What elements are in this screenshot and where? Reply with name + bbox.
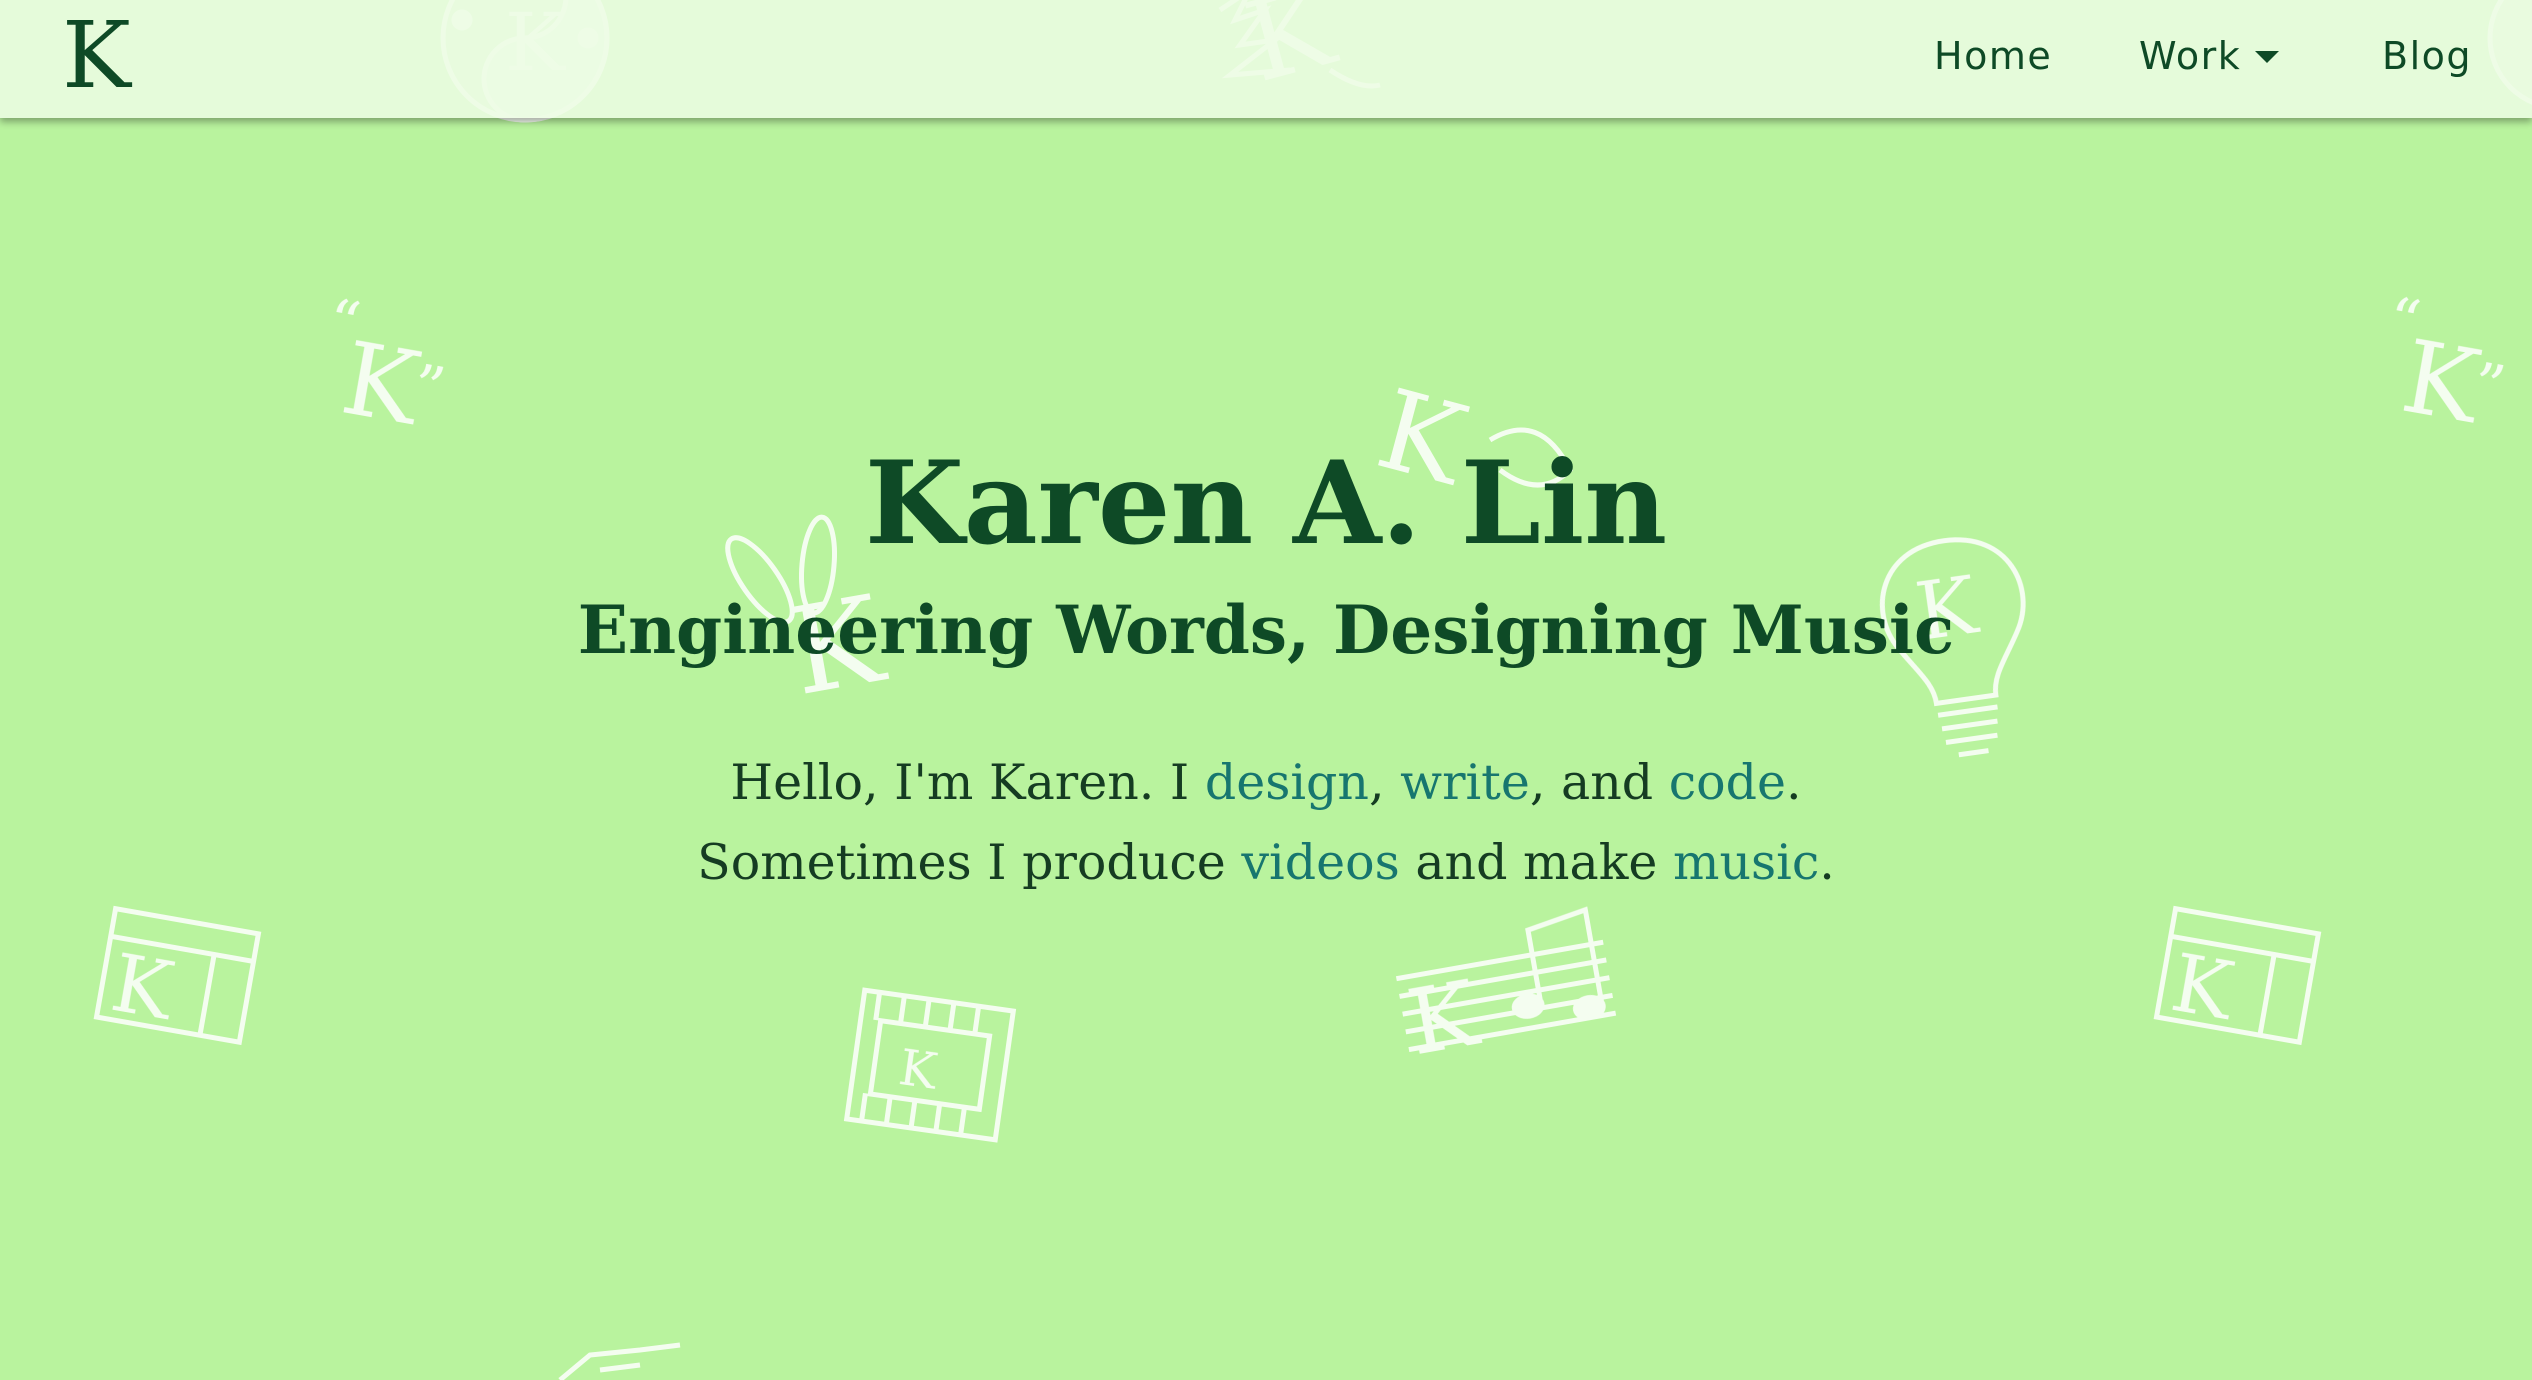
nav-home-link[interactable]: Home: [1934, 30, 2052, 82]
intro-text: , and: [1529, 754, 1669, 811]
quote-k-icon-right: “ K ”: [2383, 284, 2510, 446]
main-nav: Home Work Blog: [0, 0, 2532, 118]
write-link[interactable]: write: [1400, 754, 1530, 811]
browser-window-k-icon: K: [93, 905, 262, 1046]
design-link[interactable]: design: [1205, 754, 1369, 811]
intro-line-1: Hello, I'm Karen. I design, write, and c…: [0, 752, 2532, 814]
intro-text: Sometimes I produce: [697, 834, 1242, 891]
intro-text: and make: [1399, 834, 1673, 891]
film-strip-k-icon: K: [843, 987, 1017, 1143]
intro-text: Hello, I'm Karen. I: [730, 754, 1205, 811]
quote-k-icon: “ K ”: [323, 286, 450, 448]
nav-work-dropdown[interactable]: Work: [2139, 30, 2280, 82]
svg-text:K: K: [105, 936, 181, 1038]
intro-text: .: [1786, 754, 1802, 811]
music-link[interactable]: music: [1673, 834, 1819, 891]
svg-text:K: K: [1400, 961, 1486, 1076]
videos-link[interactable]: videos: [1241, 834, 1399, 891]
nav-work-label: Work: [2139, 34, 2242, 78]
intro-text: ,: [1368, 754, 1401, 811]
svg-text:K: K: [895, 1038, 942, 1101]
site-header: K Home Work Blog: [0, 0, 2532, 118]
background-watermark-layer: K K “ K ” “ K ” K K: [93, 0, 2532, 1380]
hero-subtitle: Engineering Words, Designing Music: [577, 591, 1955, 669]
code-link[interactable]: code: [1669, 754, 1786, 811]
partial-bottom-icon: [558, 1342, 681, 1380]
music-notes-k-icon: K: [1395, 906, 1617, 1076]
caret-down-icon: [2255, 50, 2280, 63]
intro-text: .: [1819, 834, 1835, 891]
nav-blog-link[interactable]: Blog: [2382, 30, 2472, 82]
svg-text:K: K: [2165, 936, 2241, 1038]
intro-line-2: Sometimes I produce videos and make musi…: [0, 832, 2532, 894]
hero-title: Karen A. Lin: [864, 436, 1668, 570]
browser-window-k-icon-right: K: [2153, 905, 2322, 1046]
